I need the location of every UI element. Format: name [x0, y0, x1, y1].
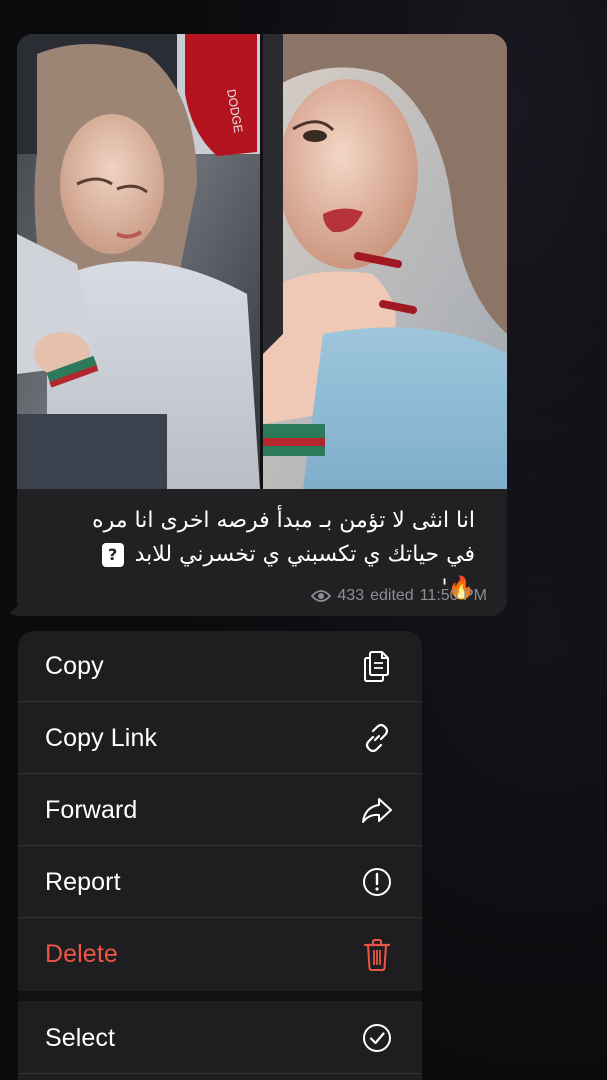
menu-section-divider [18, 991, 422, 1001]
trash-icon [360, 938, 394, 972]
photo-left-image: DODGE [17, 34, 260, 489]
forward-icon [360, 793, 394, 827]
unknown-glyph-icon: ? [101, 543, 124, 567]
caption-line-2: في حياتك ي تكسبني ي تخسرني للابد ? [35, 538, 475, 572]
context-menu: Copy Copy Link Forward Report Delete Sel… [18, 631, 422, 1080]
photo-right[interactable] [263, 34, 507, 489]
caption-line-2-text: في حياتك ي تكسبني ي تخسرني للابد [134, 542, 475, 567]
screen: DODGE انا انثى لا تؤمن بـ مبدأ فرصه اخرى… [0, 0, 607, 1080]
copy-icon [360, 649, 394, 683]
menu-item-report-label: Report [45, 867, 121, 896]
menu-item-forward[interactable]: Forward [18, 775, 422, 846]
menu-item-copy-link[interactable]: Copy Link [18, 703, 422, 774]
message-bubble[interactable]: DODGE انا انثى لا تؤمن بـ مبدأ فرصه اخرى… [17, 34, 507, 616]
menu-item-report[interactable]: Report [18, 847, 422, 918]
menu-item-copy-link-label: Copy Link [45, 723, 158, 752]
menu-item-copy-label: Copy [45, 651, 104, 680]
message-time: 11:50 PM [419, 587, 487, 604]
menu-item-forward-label: Forward [45, 795, 138, 824]
menu-item-delete[interactable]: Delete [18, 919, 422, 990]
view-count: 433 [337, 587, 365, 604]
views-eye-icon [311, 589, 332, 603]
link-icon [360, 721, 394, 755]
menu-item-delete-label: Delete [45, 940, 118, 968]
menu-item-copy[interactable]: Copy [18, 631, 422, 702]
check-circle-icon [360, 1021, 394, 1055]
report-icon [360, 865, 394, 899]
menu-item-select[interactable]: Select [18, 1003, 422, 1074]
edited-label: edited [370, 587, 414, 604]
photo-right-image [263, 34, 507, 489]
message-meta: 433 edited 11:50 PM [311, 587, 487, 605]
caption-line-1: انا انثى لا تؤمن بـ مبدأ فرصه اخرى انا م… [92, 508, 475, 533]
menu-item-select-label: Select [45, 1023, 116, 1052]
photo-left[interactable]: DODGE [17, 34, 260, 489]
photo-album: DODGE [17, 34, 507, 489]
